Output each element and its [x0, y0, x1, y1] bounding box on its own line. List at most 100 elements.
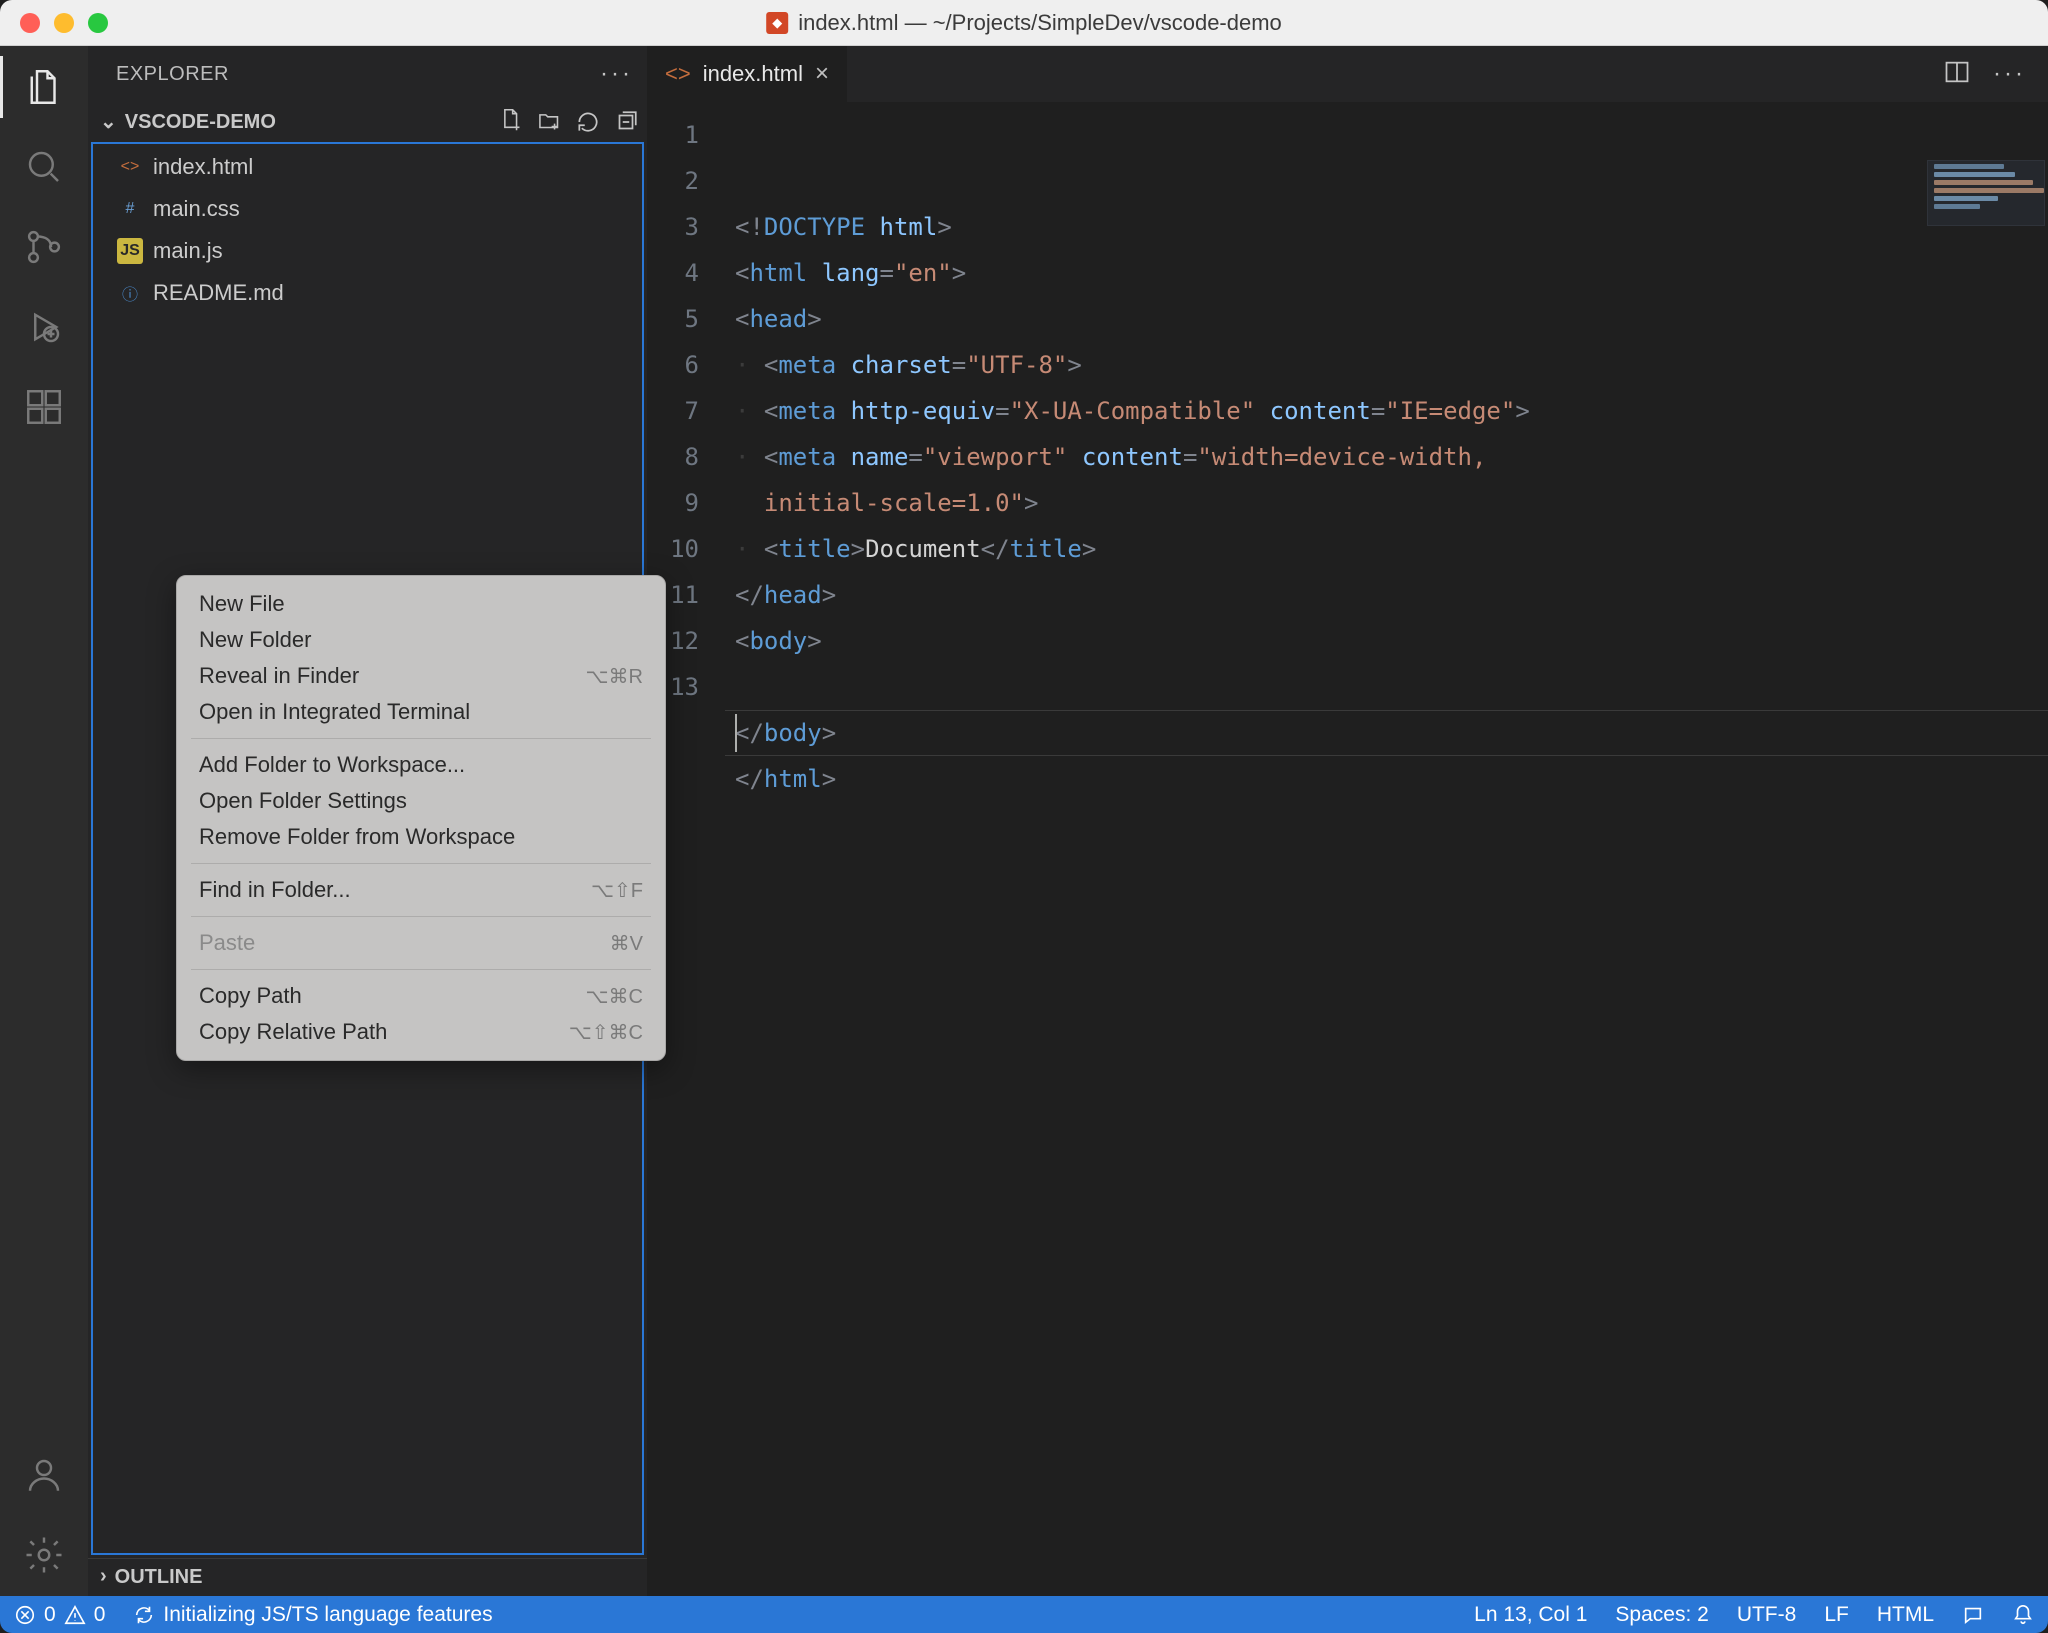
settings-activity-icon[interactable]	[21, 1532, 67, 1578]
menu-item-label: Add Folder to Workspace...	[199, 752, 465, 778]
file-item[interactable]: # main.css	[93, 188, 642, 230]
source-control-activity-icon[interactable]	[21, 224, 67, 270]
context-menu-item[interactable]: Remove Folder from Workspace	[177, 819, 665, 855]
close-tab-icon[interactable]: ×	[815, 60, 829, 88]
folder-name: VSCODE-DEMO	[125, 111, 276, 134]
js-file-icon: JS	[117, 238, 143, 264]
background-task-status[interactable]: Initializing JS/TS language features	[119, 1596, 506, 1633]
error-count: 0	[44, 1603, 56, 1627]
menu-item-label: New Folder	[199, 627, 311, 653]
explorer-title: EXPLORER	[116, 63, 229, 86]
context-menu-item[interactable]: Copy Path⌥⌘C	[177, 978, 665, 1014]
line-number: 1	[647, 112, 699, 158]
info-file-icon: ⓘ	[117, 280, 143, 306]
line-number: 6	[647, 342, 699, 388]
context-menu-item: Paste ⌘V	[177, 925, 665, 961]
explorer-more-icon[interactable]: ···	[600, 60, 633, 88]
context-menu-item[interactable]: New Folder	[177, 622, 665, 658]
warning-count: 0	[94, 1603, 106, 1627]
context-menu-item[interactable]: New File	[177, 586, 665, 622]
menu-separator	[191, 916, 651, 917]
menu-item-label: Copy Relative Path	[199, 1019, 387, 1045]
close-window-button[interactable]	[20, 13, 40, 33]
folder-header[interactable]: ⌄ VSCODE-DEMO	[88, 102, 647, 142]
line-number: 9	[647, 480, 699, 526]
menu-item-label: Open Folder Settings	[199, 788, 407, 814]
editor-body[interactable]: 12345678910111213 <!DOCTYPE html> <html …	[647, 102, 2048, 1596]
problems-status[interactable]: 0 0	[0, 1596, 119, 1633]
accounts-activity-icon[interactable]	[21, 1452, 67, 1498]
encoding-status[interactable]: UTF-8	[1723, 1596, 1811, 1633]
file-name: main.css	[153, 196, 240, 222]
chevron-right-icon: ›	[100, 1565, 107, 1588]
tab-label: index.html	[703, 61, 803, 87]
split-editor-icon[interactable]	[1943, 58, 1971, 91]
new-folder-icon[interactable]	[537, 109, 563, 135]
file-icon: ◆	[766, 12, 788, 34]
menu-item-label: New File	[199, 591, 285, 617]
background-task-text: Initializing JS/TS language features	[163, 1603, 492, 1627]
warning-icon	[64, 1604, 86, 1626]
notifications-icon[interactable]	[1998, 1596, 2048, 1633]
error-icon	[14, 1604, 36, 1626]
editor-area: <> index.html × ··· 12345678910111213 <!…	[647, 46, 2048, 1596]
editor-more-icon[interactable]: ···	[1993, 60, 2026, 88]
text-cursor	[735, 714, 737, 752]
menu-item-label: Reveal in Finder	[199, 663, 359, 689]
file-item[interactable]: ⓘREADME.md	[93, 272, 642, 314]
new-file-icon[interactable]	[499, 109, 525, 135]
context-menu-item[interactable]: Find in Folder...⌥⇧F	[177, 872, 665, 908]
explorer-activity-icon[interactable]	[21, 64, 67, 110]
context-menu-item[interactable]: Reveal in Finder ⌥⌘R	[177, 658, 665, 694]
menu-item-label: Open in Integrated Terminal	[199, 699, 470, 725]
cursor-position-status[interactable]: Ln 13, Col 1	[1460, 1596, 1601, 1633]
editor-tabbar: <> index.html × ···	[647, 46, 2048, 102]
line-number: 5	[647, 296, 699, 342]
line-number: 7	[647, 388, 699, 434]
vscode-window: ◆ index.html — ~/Projects/SimpleDev/vsco…	[0, 0, 2048, 1633]
code-content[interactable]: <!DOCTYPE html> <html lang="en"> <head> …	[725, 102, 2048, 1596]
explorer-context-menu[interactable]: New File New Folder Reveal in Finder ⌥⌘R Ope…	[176, 575, 666, 1061]
file-item[interactable]: <> index.html	[93, 146, 642, 188]
tab-index-html[interactable]: <> index.html ×	[647, 46, 848, 102]
line-number: 8	[647, 434, 699, 480]
zoom-window-button[interactable]	[88, 13, 108, 33]
menu-separator	[191, 863, 651, 864]
chevron-down-icon: ⌄	[100, 109, 117, 134]
menu-item-shortcut: ⌥⌘R	[586, 664, 644, 689]
search-activity-icon[interactable]	[21, 144, 67, 190]
refresh-icon[interactable]	[575, 109, 601, 135]
context-menu-item[interactable]: Copy Relative Path⌥⇧⌘C	[177, 1014, 665, 1050]
menu-separator	[191, 969, 651, 970]
run-debug-activity-icon[interactable]	[21, 304, 67, 350]
indentation-status[interactable]: Spaces: 2	[1601, 1596, 1722, 1633]
css-file-icon: #	[117, 196, 143, 222]
file-name: index.html	[153, 154, 253, 180]
eol-status[interactable]: LF	[1810, 1596, 1863, 1633]
line-number: 2	[647, 158, 699, 204]
line-number: 4	[647, 250, 699, 296]
menu-item-label: Find in Folder...	[199, 877, 351, 903]
menu-item-label: Paste	[199, 930, 255, 956]
html-file-icon: <>	[117, 154, 143, 180]
language-mode-status[interactable]: HTML	[1863, 1596, 1948, 1633]
file-item[interactable]: JS main.js	[93, 230, 642, 272]
file-name: main.js	[153, 238, 223, 264]
line-number: 3	[647, 204, 699, 250]
activity-bar	[0, 46, 88, 1596]
collapse-all-icon[interactable]	[613, 109, 639, 135]
folder-actions	[499, 109, 639, 135]
extensions-activity-icon[interactable]	[21, 384, 67, 430]
context-menu-item[interactable]: Open in Integrated Terminal	[177, 694, 665, 730]
context-menu-item[interactable]: Open Folder Settings	[177, 783, 665, 819]
feedback-icon[interactable]	[1948, 1596, 1998, 1633]
line-number: 10	[647, 526, 699, 572]
mac-titlebar: ◆ index.html — ~/Projects/SimpleDev/vsco…	[0, 0, 2048, 46]
menu-separator	[191, 738, 651, 739]
minimize-window-button[interactable]	[54, 13, 74, 33]
editor-actions: ···	[1921, 46, 2048, 102]
window-title: ◆ index.html — ~/Projects/SimpleDev/vsco…	[766, 10, 1282, 36]
context-menu-item[interactable]: Add Folder to Workspace...	[177, 747, 665, 783]
menu-item-shortcut: ⌘V	[610, 931, 643, 956]
outline-section-header[interactable]: › OUTLINE	[88, 1558, 647, 1596]
